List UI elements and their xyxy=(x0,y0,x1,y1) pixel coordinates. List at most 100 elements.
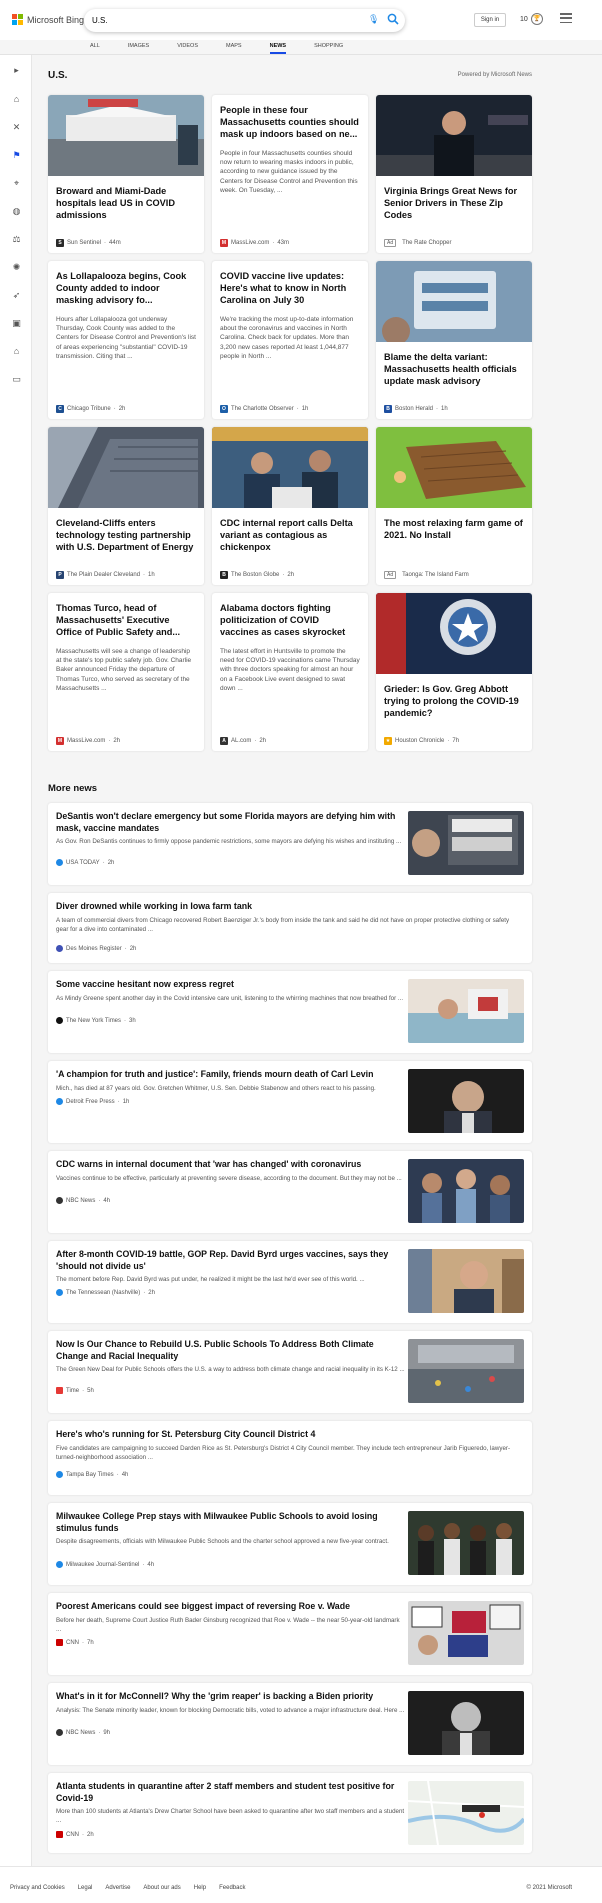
search-input[interactable] xyxy=(92,13,362,28)
tab-images[interactable]: IMAGES xyxy=(128,40,149,54)
tab-news[interactable]: NEWS xyxy=(269,40,286,54)
news-card[interactable]: People in these four Massachusetts count… xyxy=(212,95,368,253)
item-source: Des Moines Register · 2h xyxy=(56,945,136,952)
crossed-swords-icon[interactable]: ✕ xyxy=(10,121,23,134)
item-snippet: Despite disagreements, officials with Mi… xyxy=(56,1538,389,1545)
item-title: After 8-month COVID-19 battle, GOP Rep. … xyxy=(56,1249,389,1271)
item-title: Milwaukee College Prep stays with Milwau… xyxy=(56,1511,378,1533)
flag-icon[interactable]: ⚑ xyxy=(10,149,23,162)
list-item[interactable]: Poorest Americans could see biggest impa… xyxy=(48,1593,532,1675)
item-snippet: The Green New Deal for Public Schools of… xyxy=(56,1366,405,1373)
card-source: S Sun Sentinel · 44m xyxy=(56,239,121,247)
tab-shopping[interactable]: SHOPPING xyxy=(314,40,343,54)
news-card[interactable]: Blame the delta variant: Massachusetts h… xyxy=(376,261,532,419)
news-card[interactable]: The most relaxing farm game of 2021. No … xyxy=(376,427,532,585)
tab-videos[interactable]: VIDEOS xyxy=(177,40,198,54)
list-item[interactable]: After 8-month COVID-19 battle, GOP Rep. … xyxy=(48,1241,532,1323)
source-logo-icon xyxy=(56,859,63,866)
card-title: Grieder: Is Gov. Greg Abbott trying to p… xyxy=(384,684,519,718)
news-card[interactable]: Virginia Brings Great News for Senior Dr… xyxy=(376,95,532,253)
list-item[interactable]: Milwaukee College Prep stays with Milwau… xyxy=(48,1503,532,1585)
card-snippet: Hours after Lollapalooza got underway Th… xyxy=(56,316,196,360)
film-icon[interactable]: ▣ xyxy=(10,317,23,330)
card-title: Blame the delta variant: Massachusetts h… xyxy=(384,352,517,386)
list-item[interactable]: Now Is Our Chance to Rebuild U.S. Public… xyxy=(48,1331,532,1413)
list-item[interactable]: Some vaccine hesitant now express regret… xyxy=(48,971,532,1053)
item-source: Milwaukee Journal-Sentinel · 4h xyxy=(56,1561,154,1568)
header: Microsoft Bing 🎙 Sign in 10 🏆 xyxy=(0,0,602,40)
news-card[interactable]: Cleveland-Cliffs enters technology testi… xyxy=(48,427,204,585)
item-title: 'A champion for truth and justice': Fami… xyxy=(56,1069,374,1079)
list-item[interactable]: DeSantis won't declare emergency but som… xyxy=(48,803,532,885)
globe-icon[interactable]: ◍ xyxy=(10,205,23,218)
ad-badge: Ad xyxy=(384,571,397,579)
footer-link-help[interactable]: Help xyxy=(194,1885,206,1891)
scales-icon[interactable]: ⚖ xyxy=(10,233,23,246)
list-item[interactable]: 'A champion for truth and justice': Fami… xyxy=(48,1061,532,1143)
card-title: Cleveland-Cliffs enters technology testi… xyxy=(56,518,194,552)
card-image xyxy=(376,593,532,674)
item-image xyxy=(408,1601,524,1665)
item-source: CNN · 7h xyxy=(56,1639,94,1646)
expand-icon[interactable]: ▸ xyxy=(10,64,23,77)
powered-by: Powered by Microsoft News xyxy=(457,72,532,78)
list-item[interactable]: Diver drowned while working in Iowa farm… xyxy=(48,893,532,963)
source-logo-icon: C xyxy=(56,405,64,413)
item-snippet: Analysis: The Senate minority leader, kn… xyxy=(56,1707,405,1714)
footer-link-feedback[interactable]: Feedback xyxy=(219,1885,245,1891)
footer-link-legal[interactable]: Legal xyxy=(78,1885,93,1891)
card-image xyxy=(48,95,204,176)
card-image xyxy=(48,427,204,508)
wallet-icon[interactable]: ▭ xyxy=(10,373,23,386)
item-title: Atlanta students in quarantine after 2 s… xyxy=(56,1781,395,1803)
list-item[interactable]: Atlanta students in quarantine after 2 s… xyxy=(48,1773,532,1853)
item-snippet: Mich., has died at 87 years old. Gov. Gr… xyxy=(56,1085,376,1092)
source-logo-icon xyxy=(56,1017,63,1024)
tab-all[interactable]: ALL xyxy=(90,40,100,54)
map-pin-icon[interactable]: ⌖ xyxy=(10,177,23,190)
list-item[interactable]: Here's who's running for St. Petersburg … xyxy=(48,1421,532,1495)
footer-link-advertise[interactable]: Advertise xyxy=(105,1885,130,1891)
source-logo-icon xyxy=(56,945,63,952)
list-item[interactable]: CDC warns in internal document that 'war… xyxy=(48,1151,532,1233)
list-item[interactable]: What's in it for McConnell? Why the 'gri… xyxy=(48,1683,532,1765)
item-title: Some vaccine hesitant now express regret xyxy=(56,979,234,989)
item-image xyxy=(408,1691,524,1755)
item-source: The New York Times · 3h xyxy=(56,1017,136,1024)
news-card[interactable]: COVID vaccine live updates: Here's what … xyxy=(212,261,368,419)
news-card[interactable]: Grieder: Is Gov. Greg Abbott trying to p… xyxy=(376,593,532,751)
home-icon[interactable]: ⌂ xyxy=(10,93,23,106)
item-snippet: The moment before Rep. David Byrd was pu… xyxy=(56,1276,365,1283)
card-source: M MassLive.com · 43m xyxy=(220,239,290,247)
tab-maps[interactable]: MAPS xyxy=(226,40,242,54)
search-icon[interactable] xyxy=(386,13,400,27)
virus-icon[interactable]: ✺ xyxy=(10,261,23,274)
hamburger-menu-icon[interactable] xyxy=(560,13,572,23)
item-title: CDC warns in internal document that 'war… xyxy=(56,1159,362,1169)
news-card[interactable]: As Lollapalooza begins, Cook County adde… xyxy=(48,261,204,419)
footer-link-privacy[interactable]: Privacy and Cookies xyxy=(10,1885,65,1891)
footer-link-about-ads[interactable]: About our ads xyxy=(143,1885,180,1891)
news-card[interactable]: Broward and Miami-Dade hospitals lead US… xyxy=(48,95,204,253)
item-title: What's in it for McConnell? Why the 'gri… xyxy=(56,1691,374,1701)
card-source: Ad The Rate Chopper xyxy=(384,239,452,247)
bank-icon[interactable]: ⌂ xyxy=(10,345,23,358)
bing-logo[interactable]: Microsoft Bing xyxy=(12,14,84,25)
source-logo-icon: B xyxy=(384,405,392,413)
news-card[interactable]: CDC internal report calls Delta variant … xyxy=(212,427,368,585)
card-title: People in these four Massachusetts count… xyxy=(220,105,359,139)
rewards-button[interactable]: 10 🏆 xyxy=(520,13,543,25)
sign-in-button[interactable]: Sign in xyxy=(474,13,506,27)
card-snippet: The latest effort in Huntsville to promo… xyxy=(220,648,360,692)
microphone-icon[interactable]: 🎙 xyxy=(368,14,379,27)
search-box: 🎙 xyxy=(84,9,405,32)
rocket-icon[interactable]: ➶ xyxy=(10,289,23,302)
card-source: C Chicago Tribune · 2h xyxy=(56,405,125,413)
item-snippet: Five candidates are campaigning to succe… xyxy=(56,1445,511,1461)
news-card[interactable]: Alabama doctors fighting politicization … xyxy=(212,593,368,751)
source-logo-icon: S xyxy=(56,239,64,247)
card-source: B Boston Herald · 1h xyxy=(384,405,448,413)
news-card[interactable]: Thomas Turco, head of Massachusetts' Exe… xyxy=(48,593,204,751)
source-logo-icon xyxy=(56,1098,63,1105)
source-logo-icon xyxy=(56,1471,63,1478)
